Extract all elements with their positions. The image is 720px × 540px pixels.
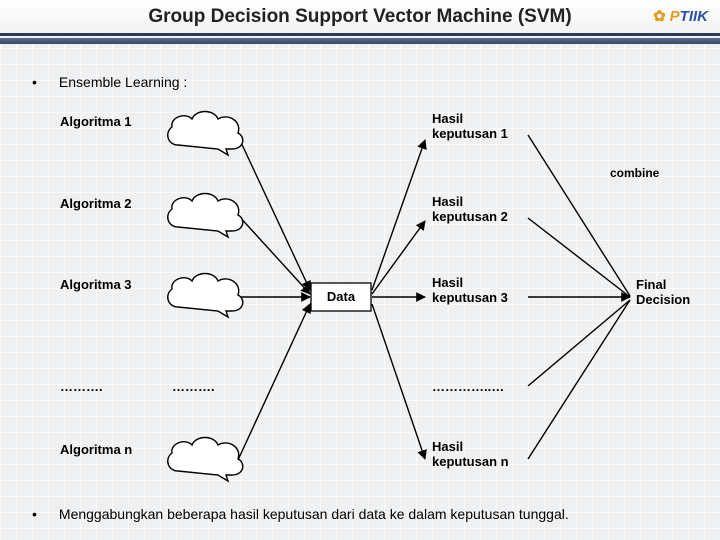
diagram-connectors [0,0,720,540]
result-2-a: Hasil [432,194,463,209]
result-2: Hasil keputusan 2 [432,195,508,225]
data-node-label: Data [327,290,355,305]
cloud-dots-label: ………. [172,380,215,395]
algoritma-n-label: Algoritma n [60,443,132,458]
final-b: Decision [636,292,690,307]
cloud-icon [158,110,248,160]
result-n: Hasil keputusan n [432,440,509,470]
result-3: Hasil keputusan 3 [432,276,508,306]
result-2-b: keputusan 2 [432,209,508,224]
result-dots: …………..… [432,380,504,395]
final-a: Final [636,277,666,292]
algoritma-2-label: Algoritma 2 [60,197,132,212]
algoritma-3-label: Algoritma 3 [60,278,132,293]
result-1: Hasil keputusan 1 [432,112,508,142]
cloud-icon [158,272,248,322]
cloud-icon [158,436,248,486]
data-node: Data [311,283,371,311]
algoritma-1-label: Algoritma 1 [60,115,132,130]
result-3-b: keputusan 3 [432,290,508,305]
result-1-b: keputusan 1 [432,126,508,141]
algoritma-dots-label: ………. [60,380,103,395]
cloud-icon [158,192,248,242]
result-3-a: Hasil [432,275,463,290]
result-1-a: Hasil [432,111,463,126]
result-n-b: keputusan n [432,454,509,469]
combine-label: combine [610,167,659,181]
result-n-a: Hasil [432,439,463,454]
final-decision: Final Decision [636,278,690,308]
